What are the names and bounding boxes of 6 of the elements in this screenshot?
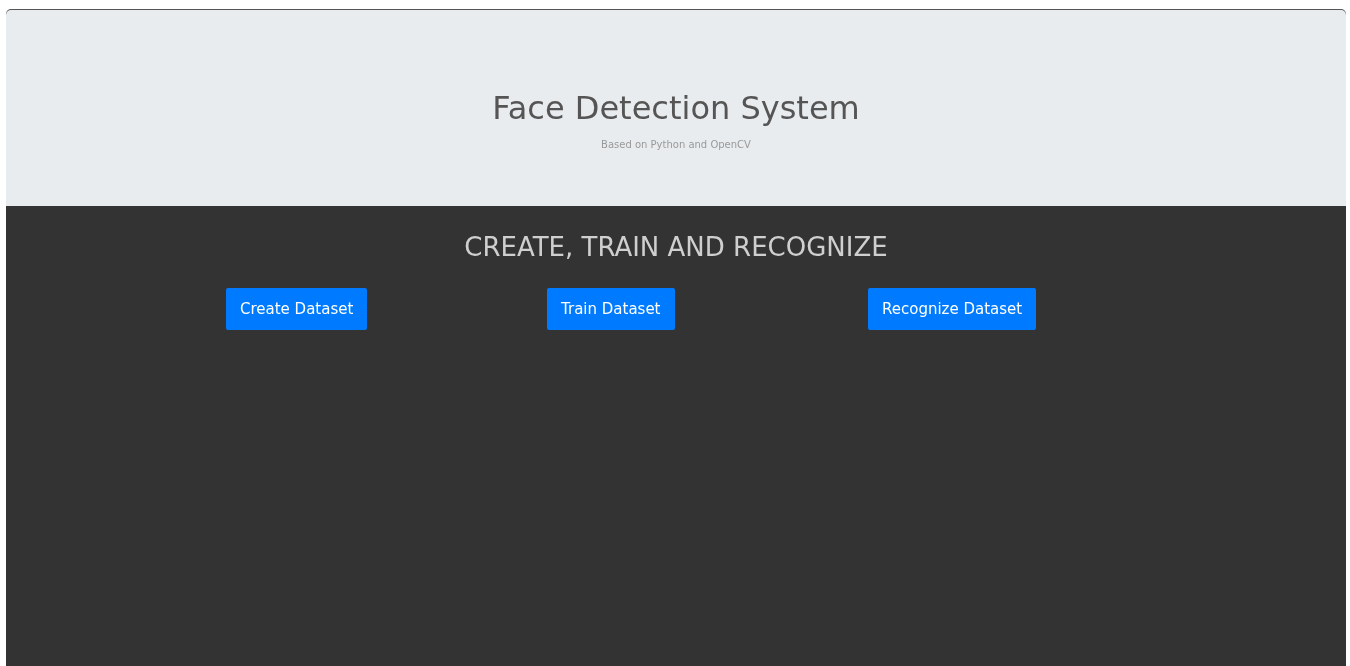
page-subtitle: Based on Python and OpenCV [601,138,751,150]
section-heading: CREATE, TRAIN AND RECOGNIZE [463,232,889,262]
action-button[interactable]: Create Dataset [226,288,368,330]
action-button[interactable]: Recognize Dataset [868,288,1037,330]
page-title: Face Detection System [492,88,860,127]
action-button[interactable]: Train Dataset [547,288,675,330]
